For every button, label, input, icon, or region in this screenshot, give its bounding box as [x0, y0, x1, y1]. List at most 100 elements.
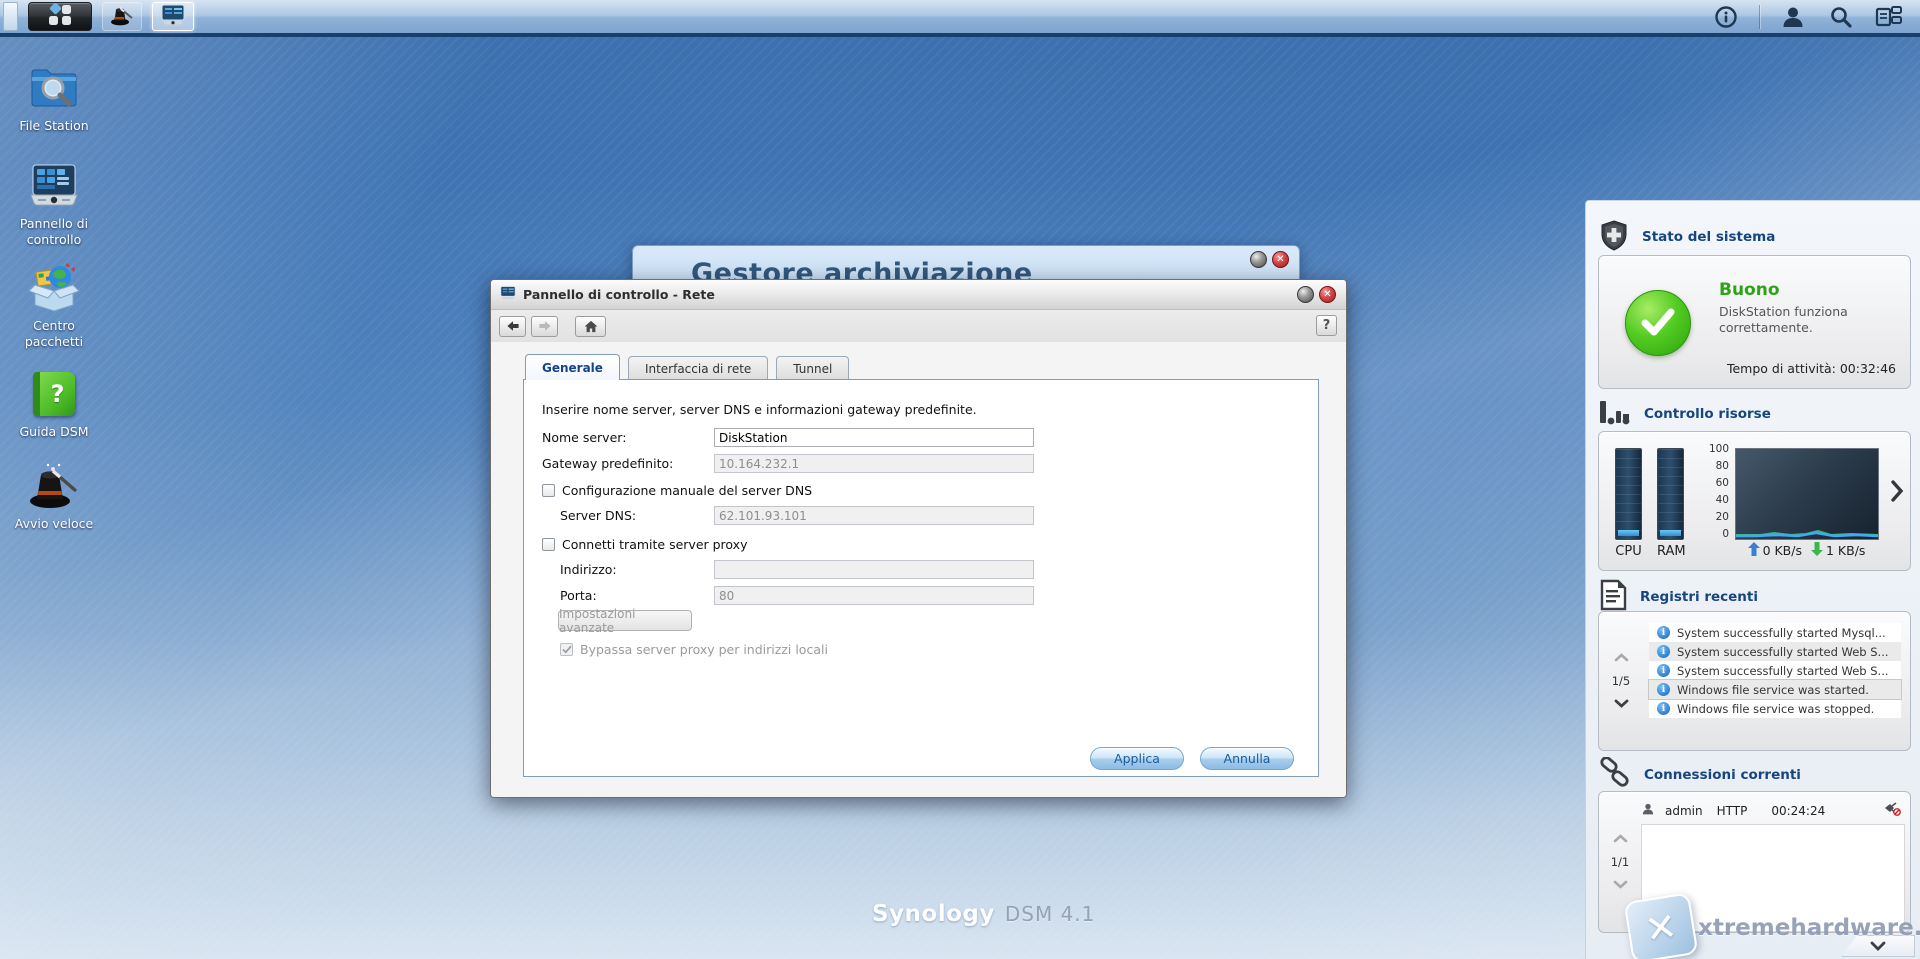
version-text: DSM 4.1	[1005, 902, 1096, 926]
widget-title: Stato del sistema	[1642, 229, 1775, 245]
dns-manual-checkbox-row[interactable]: Configurazione manuale del server DNS	[542, 483, 812, 498]
log-text: Windows file service was stopped.	[1677, 702, 1874, 716]
chevron-up-icon[interactable]	[1613, 832, 1628, 846]
info-icon	[1657, 645, 1670, 658]
axis-tick: 0	[1703, 528, 1729, 540]
control-panel-desktop-icon	[26, 160, 82, 212]
impostazioni-avanzate-button: Impostazioni avanzate	[558, 610, 692, 631]
axis-tick: 60	[1703, 477, 1729, 489]
widget-panel: Stato del sistema Buono DiskStation funz…	[1585, 200, 1920, 959]
app-grid-icon	[46, 3, 74, 30]
download-arrow-icon	[1811, 542, 1823, 559]
tab-interfaccia-di-rete[interactable]: Interfaccia di rete	[628, 356, 768, 380]
log-row[interactable]: System successfully started Mysql...	[1649, 623, 1901, 642]
nome-server-input[interactable]	[714, 428, 1034, 447]
axis-tick: 100	[1703, 443, 1729, 455]
minimize-button[interactable]	[1297, 286, 1314, 303]
download-speed: 1 KB/s	[1826, 543, 1865, 558]
tab-generale[interactable]: Generale	[525, 354, 620, 380]
package-center-icon	[26, 262, 82, 314]
control-panel-icon	[499, 285, 517, 304]
annulla-button[interactable]: Annulla	[1200, 747, 1294, 770]
log-row[interactable]: System successfully started Web S...	[1649, 642, 1901, 661]
cpu-gauge	[1615, 448, 1642, 540]
forward-button[interactable]	[531, 316, 558, 337]
log-text: Windows file service was started.	[1677, 683, 1869, 697]
desktop-icon-label: File Station	[6, 118, 102, 134]
log-row[interactable]: Windows file service was stopped.	[1649, 699, 1901, 718]
indirizzo-label: Indirizzo:	[560, 562, 714, 577]
bypass-checkbox-row: Bypassa server proxy per indirizzi local…	[560, 642, 828, 657]
tab-bar: Generale Interfaccia di rete Tunnel	[525, 356, 849, 380]
status-ok-icon	[1625, 290, 1691, 356]
close-icon[interactable]	[1272, 251, 1289, 268]
log-document-icon	[1598, 579, 1628, 614]
ram-gauge	[1657, 448, 1684, 540]
status-text: Buono	[1719, 280, 1780, 300]
gateway-label: Gateway predefinito:	[542, 456, 714, 471]
nome-server-label: Nome server:	[542, 430, 714, 445]
search-icon[interactable]	[1826, 2, 1856, 32]
user-icon	[1641, 802, 1655, 819]
show-desktop-button[interactable]	[3, 2, 18, 31]
desktop-icon-label: Guida DSM	[6, 424, 102, 440]
log-list: System successfully started Mysql... Sys…	[1649, 623, 1901, 718]
proxy-checkbox-row[interactable]: Connetti tramite server proxy	[542, 537, 747, 552]
desktop-icon-guida-dsm[interactable]: Guida DSM	[6, 368, 102, 440]
close-icon[interactable]	[1319, 286, 1336, 303]
desktop-icon-centro-pacchetti[interactable]: Centro pacchetti	[6, 262, 102, 349]
cpu-label: CPU	[1615, 544, 1642, 559]
main-menu-button[interactable]	[28, 2, 92, 31]
info-icon[interactable]	[1711, 2, 1741, 32]
disconnect-icon[interactable]	[1883, 802, 1901, 819]
info-icon	[1657, 664, 1670, 677]
server-dns-input	[714, 506, 1034, 525]
desktop-icon-pannello-controllo[interactable]: Pannello di controllo	[6, 160, 102, 247]
minimize-button[interactable]	[1250, 251, 1267, 268]
log-pager: 1/5	[1599, 612, 1643, 750]
axis-tick: 40	[1703, 494, 1729, 506]
control-panel-icon	[159, 3, 187, 30]
bypass-label: Bypassa server proxy per indirizzi local…	[580, 642, 828, 657]
dialog-titlebar[interactable]: Pannello di controllo - Rete	[491, 280, 1346, 310]
gateway-input	[714, 454, 1034, 473]
user-icon[interactable]	[1778, 2, 1808, 32]
help-book-icon	[26, 368, 82, 420]
checkbox-unchecked-icon[interactable]	[542, 484, 555, 497]
porta-label: Porta:	[560, 588, 714, 603]
applica-button[interactable]: Applica	[1090, 747, 1184, 770]
info-icon	[1657, 702, 1670, 715]
desktop-icon-avvio-veloce[interactable]: Avvio veloce	[6, 460, 102, 532]
widget-title: Controllo risorse	[1644, 406, 1771, 422]
taskbar-item-pannello-controllo[interactable]	[152, 2, 194, 31]
log-row[interactable]: Windows file service was started.	[1649, 680, 1901, 699]
chevron-up-icon[interactable]	[1614, 651, 1629, 665]
tab-tunnel[interactable]: Tunnel	[776, 356, 849, 380]
help-button[interactable]: ?	[1316, 315, 1337, 336]
widget-title: Connessioni correnti	[1644, 767, 1801, 783]
chevron-down-icon[interactable]	[1614, 697, 1629, 711]
log-row[interactable]: System successfully started Web S...	[1649, 661, 1901, 680]
recent-logs-card: 1/5 System successfully started Mysql...…	[1598, 611, 1911, 751]
back-button[interactable]	[499, 316, 526, 337]
desktop-icon-file-station[interactable]: File Station	[6, 62, 102, 134]
watermark-text: xtremehardware.com	[1698, 915, 1920, 941]
pilot-view-icon[interactable]	[1874, 2, 1904, 32]
connection-protocol: HTTP	[1717, 804, 1748, 818]
widget-title: Registri recenti	[1640, 589, 1758, 605]
taskbar-item-avvio-veloce[interactable]	[102, 2, 142, 31]
chevron-down-icon[interactable]	[1613, 878, 1628, 892]
home-button[interactable]	[575, 316, 606, 337]
log-pager-count: 1/5	[1612, 674, 1631, 688]
info-icon	[1657, 683, 1670, 696]
ram-label: RAM	[1657, 544, 1684, 559]
checkbox-unchecked-icon[interactable]	[542, 538, 555, 551]
connection-row[interactable]: admin HTTP 00:24:24	[1641, 802, 1905, 819]
log-text: System successfully started Web S...	[1677, 645, 1889, 659]
tab-panel-generale: Inserire nome server, server DNS e infor…	[523, 379, 1319, 777]
log-text: System successfully started Web S...	[1677, 664, 1889, 678]
checkbox-checked-icon	[560, 643, 573, 656]
connection-user: admin	[1665, 804, 1703, 818]
chevron-right-icon[interactable]	[1890, 480, 1904, 505]
file-station-icon	[26, 62, 82, 114]
